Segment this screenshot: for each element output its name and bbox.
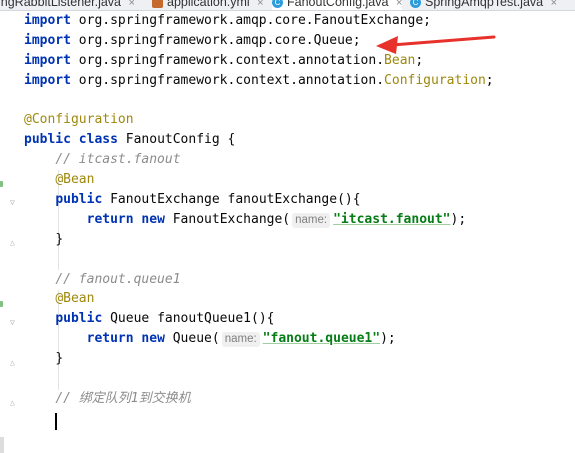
keyword: return: [86, 331, 134, 347]
parameter-hint: name:: [221, 332, 260, 348]
fold-icon[interactable]: ▽: [10, 199, 18, 207]
code-line: }: [24, 349, 575, 369]
scrollbar[interactable]: [0, 437, 4, 453]
tab-rabbit-listener[interactable]: ingRabbitListener.java ×: [0, 0, 135, 10]
arrow-head-icon: [376, 36, 398, 54]
yml-file-icon: [152, 0, 163, 9]
annotation: @Bean: [55, 291, 95, 307]
parameter-hint: name:: [292, 212, 331, 228]
keyword: import: [24, 13, 71, 28]
tab-application-yml[interactable]: application.yml ×: [152, 0, 264, 10]
tab-label: ingRabbitListener.java: [0, 0, 121, 9]
code-line: @Bean: [24, 170, 575, 190]
code-line: // 绑定队列1到交换机: [24, 389, 575, 409]
constructor-call: Queue(: [172, 331, 220, 347]
method-signature: FanoutExchange fanoutExchange(){: [110, 192, 361, 208]
code-line: @Bean: [24, 289, 575, 309]
import-path: org.springframework.amqp.core.FanoutExch…: [78, 13, 431, 28]
arrow-shaft: [390, 35, 496, 47]
constructor-call: FanoutExchange(: [172, 211, 291, 227]
tab-spring-amqp-test[interactable]: C SpringAmqpTest.java ×: [410, 0, 557, 10]
annotation: @Configuration: [24, 112, 134, 128]
close-icon[interactable]: ×: [396, 0, 402, 9]
editor-tab-bar: ingRabbitListener.java × application.yml…: [0, 0, 575, 11]
close-icon[interactable]: ×: [257, 0, 263, 9]
close-icon[interactable]: ×: [128, 0, 134, 9]
change-marker: [0, 301, 3, 307]
punctuation: );: [380, 331, 396, 347]
keyword: public: [55, 192, 103, 208]
java-class-icon: C: [410, 0, 421, 9]
text-caret: [55, 413, 57, 430]
import-path: org.springframework.context.annotation.: [78, 72, 385, 88]
code-line: public Queue fanoutQueue1(){: [24, 309, 575, 329]
punctuation: }: [55, 351, 64, 367]
comment: // itcast.fanout: [55, 152, 181, 168]
annotation: @Bean: [55, 172, 95, 188]
code-line: return new Queue(name: "fanout.queue1");: [24, 329, 575, 349]
punctuation: );: [450, 211, 467, 227]
keyword: return: [86, 211, 134, 227]
punctuation: }: [55, 231, 64, 247]
keyword: new: [141, 331, 165, 347]
code-line: import org.springframework.context.annot…: [24, 71, 575, 91]
import-path: org.springframework.context.annotation.: [78, 52, 385, 68]
punctuation: ;: [485, 72, 494, 88]
code-line: public FanoutExchange fanoutExchange(){: [24, 190, 575, 210]
tab-fanout-config[interactable]: C FanoutConfig.java ×: [272, 0, 403, 10]
editor-gutter: ▽ △ ▽ △ △: [0, 11, 15, 453]
fold-icon[interactable]: △: [10, 359, 18, 367]
keyword: class: [78, 132, 118, 148]
keyword: import: [24, 52, 71, 68]
change-marker: [0, 181, 3, 187]
code-line: // fanout.queue1: [24, 270, 575, 290]
code-line: }: [24, 230, 575, 250]
fold-icon[interactable]: ▽: [10, 319, 18, 327]
keyword: public: [55, 311, 103, 327]
keyword: new: [141, 211, 165, 227]
method-signature: Queue fanoutQueue1(){: [110, 311, 275, 327]
code-line: import org.springframework.amqp.core.Fan…: [24, 11, 575, 31]
comment: // fanout.queue1: [55, 271, 181, 287]
keyword: import: [24, 32, 71, 48]
keyword: public: [24, 132, 71, 148]
comment: // 绑定队列1到交换机: [55, 390, 191, 406]
close-icon[interactable]: ×: [551, 0, 557, 9]
keyword: import: [24, 72, 71, 88]
code-line: // itcast.fanout: [24, 150, 575, 170]
class-declaration: FanoutConfig {: [125, 132, 236, 148]
fold-icon[interactable]: △: [10, 239, 18, 247]
tab-label: application.yml: [167, 0, 250, 9]
red-arrow-annotation: [376, 35, 496, 54]
tab-label: FanoutConfig.java: [287, 0, 389, 9]
string-literal: "itcast.fanout": [333, 211, 451, 227]
fold-icon[interactable]: △: [10, 399, 18, 407]
java-class-icon: C: [272, 0, 283, 9]
string-literal: "fanout.queue1": [262, 331, 381, 347]
code-line: @Configuration: [24, 110, 575, 130]
code-line: return new FanoutExchange(name: "itcast.f…: [24, 210, 575, 230]
annotation-class: Configuration: [384, 72, 486, 88]
code-line: public class FanoutConfig {: [24, 130, 575, 150]
tab-label: SpringAmqpTest.java: [425, 0, 544, 9]
import-path: org.springframework.amqp.core.Queue;: [78, 32, 361, 48]
code-editor[interactable]: import org.springframework.amqp.core.Fan…: [24, 11, 575, 429]
